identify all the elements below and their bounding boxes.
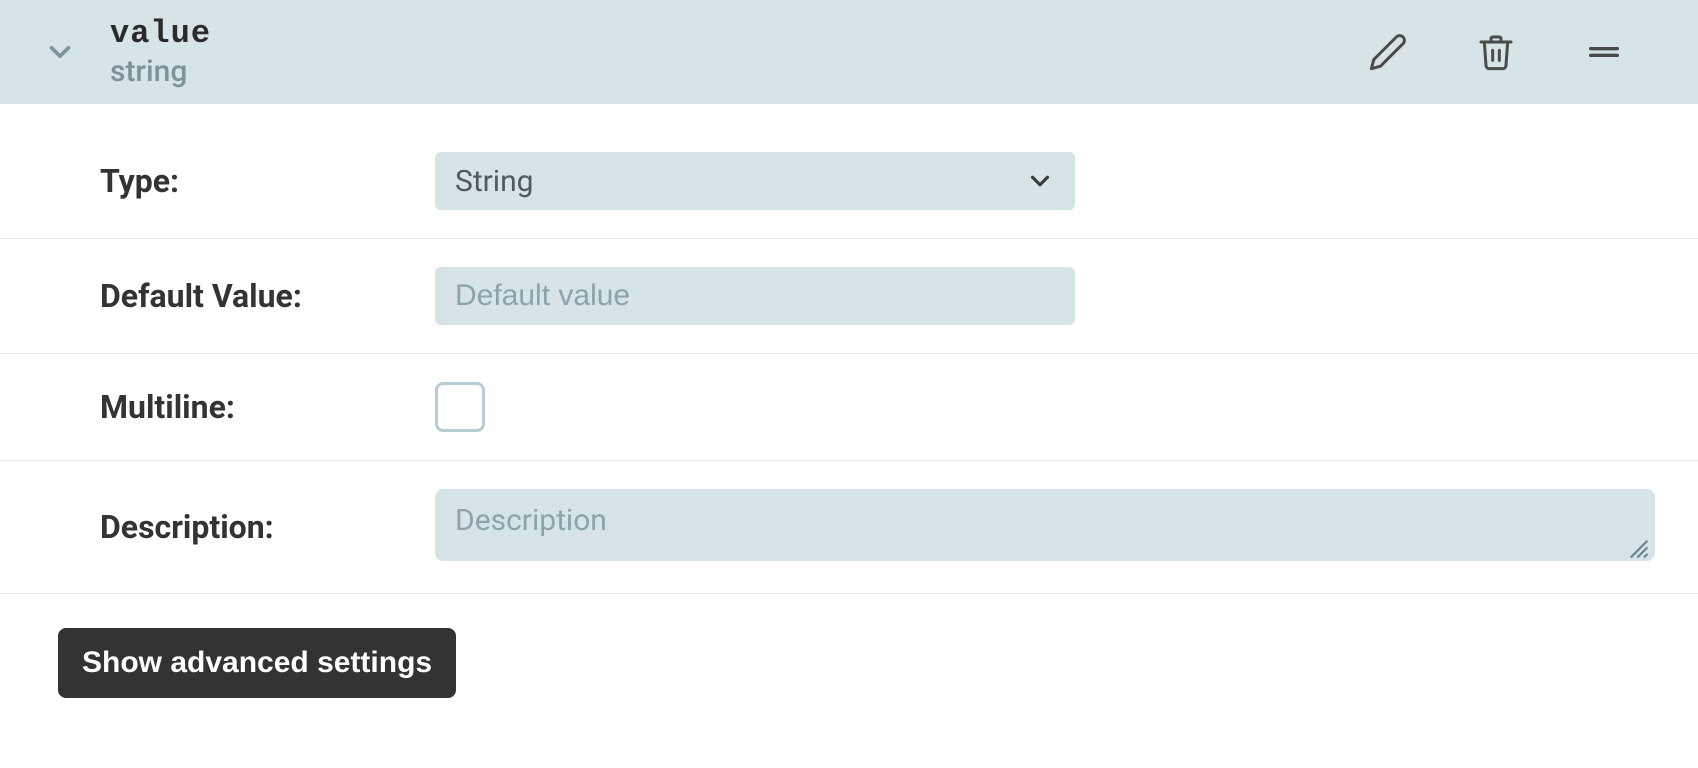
header-actions — [1364, 28, 1668, 76]
edit-button[interactable] — [1364, 28, 1412, 76]
description-textarea[interactable] — [435, 489, 1655, 561]
row-description: Description: — [0, 461, 1698, 594]
type-select-value: String — [455, 164, 534, 199]
menu-icon — [1584, 32, 1624, 72]
default-value-input[interactable] — [435, 267, 1075, 325]
form-body: Type: String Default Value: Multiline: D… — [0, 104, 1698, 738]
property-header: value string — [0, 0, 1698, 104]
row-type: Type: String — [0, 104, 1698, 239]
description-label: Description: — [100, 508, 415, 546]
delete-button[interactable] — [1472, 28, 1520, 76]
chevron-down-icon — [43, 35, 77, 69]
property-type: string — [110, 54, 1344, 89]
multiline-label: Multiline: — [100, 388, 415, 426]
row-multiline: Multiline: — [0, 354, 1698, 461]
show-advanced-settings-button[interactable]: Show advanced settings — [58, 628, 456, 698]
trash-icon — [1476, 32, 1516, 72]
type-select[interactable]: String — [435, 152, 1075, 210]
chevron-down-icon — [1025, 166, 1055, 196]
type-label: Type: — [100, 162, 415, 200]
property-name: value — [110, 15, 1344, 52]
title-block: value string — [110, 15, 1344, 89]
row-default-value: Default Value: — [0, 239, 1698, 354]
drag-handle[interactable] — [1580, 28, 1628, 76]
default-value-label: Default Value: — [100, 277, 415, 315]
pencil-icon — [1368, 32, 1408, 72]
collapse-toggle[interactable] — [30, 35, 90, 69]
multiline-checkbox[interactable] — [435, 382, 485, 432]
